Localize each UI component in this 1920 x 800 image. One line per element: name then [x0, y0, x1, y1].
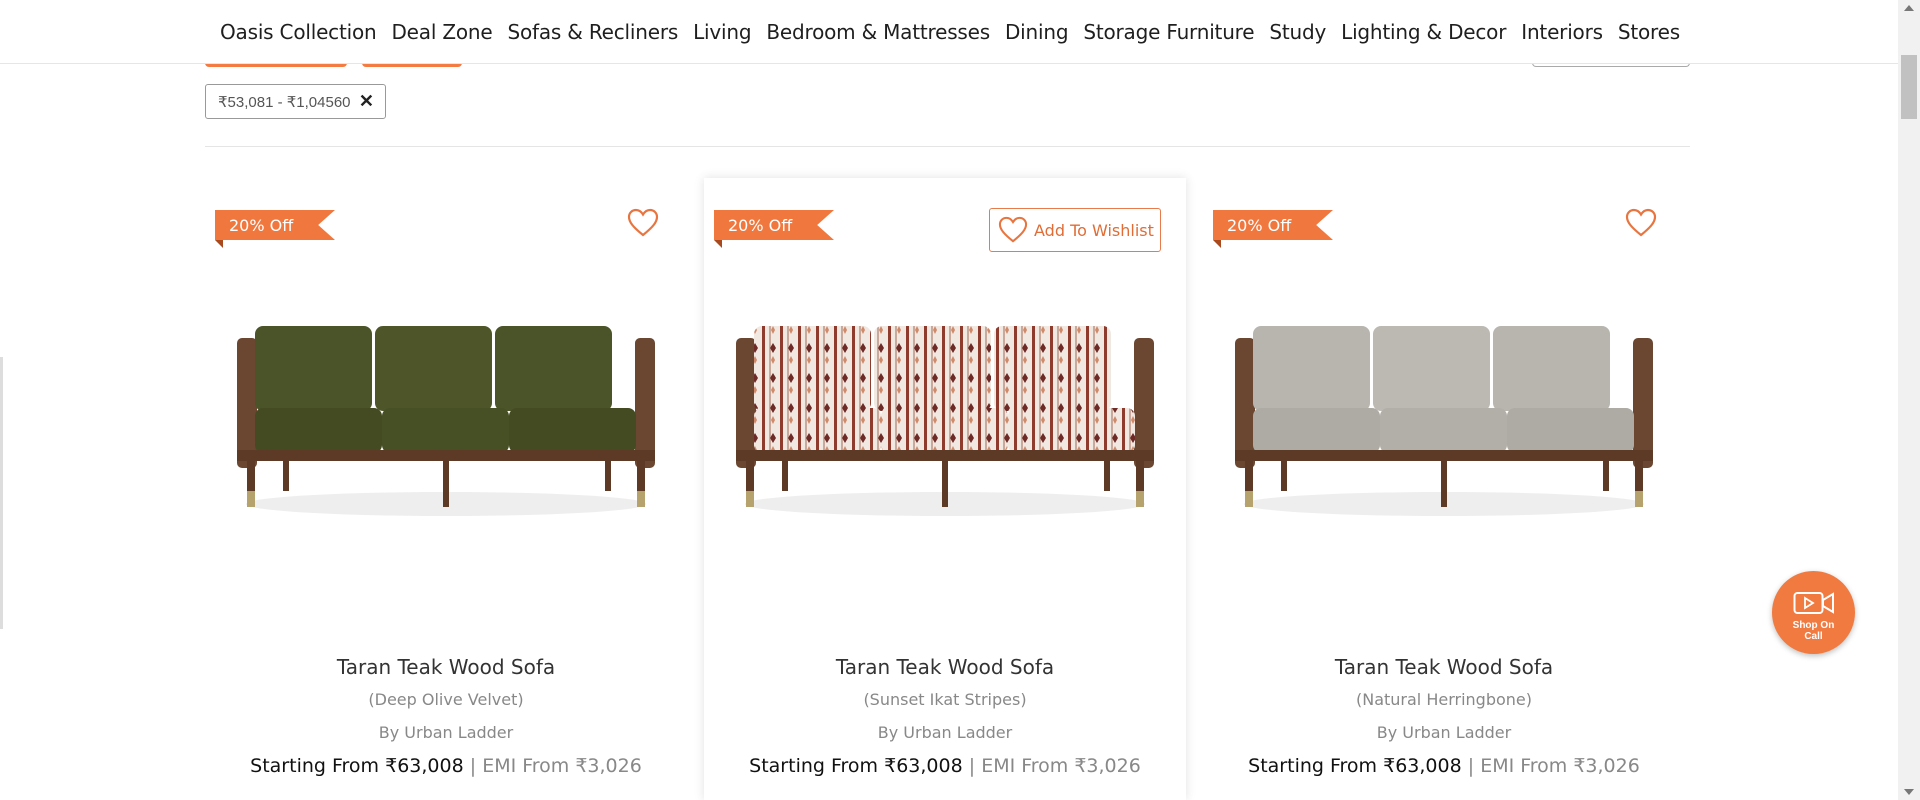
nav-item-oasis-collection[interactable]: Oasis Collection — [220, 20, 377, 44]
scroll-up-arrow[interactable] — [1904, 5, 1914, 11]
discount-label: 20% Off — [728, 216, 793, 235]
page-scrollbar[interactable] — [1898, 0, 1920, 800]
emi-price: EMI From ₹3,026 — [981, 755, 1141, 777]
product-brand: By Urban Ladder — [877, 723, 1013, 742]
sofa-image[interactable] — [1223, 308, 1665, 538]
price-filter-chip: ₹53,081 - ₹1,04560 ✕ — [205, 84, 386, 119]
emi-price: EMI From ₹3,026 — [482, 755, 642, 777]
nav-item-storage-furniture[interactable]: Storage Furniture — [1083, 20, 1254, 44]
product-price: Starting From ₹63,008 | EMI From ₹3,026 — [205, 755, 687, 777]
price-separator: | — [469, 755, 477, 777]
shop-on-call-button[interactable]: Shop On Call — [1772, 571, 1855, 654]
product-card[interactable]: 20% Off Taran Teak Wood Sofa (Deep Olive… — [205, 178, 687, 800]
add-to-wishlist-button[interactable]: Add To Wishlist — [989, 208, 1161, 252]
nav-item-sofas-recliners[interactable]: Sofas & Recliners — [507, 20, 678, 44]
divider — [205, 146, 1690, 147]
shop-on-call-label: Shop On Call — [1792, 620, 1835, 642]
price-separator: | — [1467, 755, 1475, 777]
nav-item-bedroom-mattresses[interactable]: Bedroom & Mattresses — [766, 20, 990, 44]
discount-label: 20% Off — [229, 216, 294, 235]
discount-badge: 20% Off — [714, 210, 834, 248]
emi-price: EMI From ₹3,026 — [1480, 755, 1640, 777]
nav-item-living[interactable]: Living — [693, 20, 751, 44]
product-title[interactable]: Taran Teak Wood Sofa — [205, 655, 687, 679]
heart-icon[interactable] — [1625, 208, 1657, 238]
product-brand: By Urban Ladder — [1376, 723, 1512, 742]
product-title[interactable]: Taran Teak Wood Sofa — [704, 655, 1186, 679]
starting-price: Starting From ₹63,008 — [1248, 755, 1462, 777]
video-call-icon — [1793, 592, 1834, 614]
discount-badge: 20% Off — [215, 210, 335, 248]
product-brand: By Urban Ladder — [378, 723, 514, 742]
product-title[interactable]: Taran Teak Wood Sofa — [1203, 655, 1685, 679]
nav-item-lighting-decor[interactable]: Lighting & Decor — [1341, 20, 1506, 44]
sofa-image[interactable] — [225, 308, 667, 538]
product-variant: (Natural Herringbone) — [1355, 690, 1532, 709]
product-variant: (Deep Olive Velvet) — [368, 690, 524, 709]
starting-price: Starting From ₹63,008 — [749, 755, 963, 777]
nav-item-stores[interactable]: Stores — [1618, 20, 1680, 44]
add-to-wishlist-label: Add To Wishlist — [1034, 220, 1154, 240]
product-card[interactable]: 20% Off Taran Teak Wood Sofa (Natural He… — [1203, 178, 1685, 800]
starting-price: Starting From ₹63,008 — [250, 755, 464, 777]
product-price: Starting From ₹63,008 | EMI From ₹3,026 — [704, 755, 1186, 777]
discount-label: 20% Off — [1227, 216, 1292, 235]
product-card[interactable]: 20% Off Add To Wishlist Taran Teak Wood … — [704, 178, 1186, 800]
product-price: Starting From ₹63,008 | EMI From ₹3,026 — [1203, 755, 1685, 777]
side-panel-edge — [0, 357, 3, 629]
nav-item-deal-zone[interactable]: Deal Zone — [391, 20, 492, 44]
heart-icon[interactable] — [627, 208, 659, 238]
product-variant: (Sunset Ikat Stripes) — [863, 690, 1027, 709]
discount-badge: 20% Off — [1213, 210, 1333, 248]
heart-icon — [998, 216, 1028, 243]
price-filter-chip-label: ₹53,081 - ₹1,04560 — [218, 93, 351, 111]
top-navigation: Oasis Collection Deal Zone Sofas & Recli… — [0, 0, 1898, 64]
close-icon[interactable]: ✕ — [359, 91, 374, 112]
nav-item-dining[interactable]: Dining — [1005, 20, 1069, 44]
sofa-image[interactable] — [724, 308, 1166, 538]
nav-item-study[interactable]: Study — [1269, 20, 1326, 44]
scroll-down-arrow[interactable] — [1904, 789, 1914, 795]
price-separator: | — [968, 755, 976, 777]
nav-item-interiors[interactable]: Interiors — [1521, 20, 1603, 44]
scrollbar-thumb[interactable] — [1901, 55, 1917, 119]
